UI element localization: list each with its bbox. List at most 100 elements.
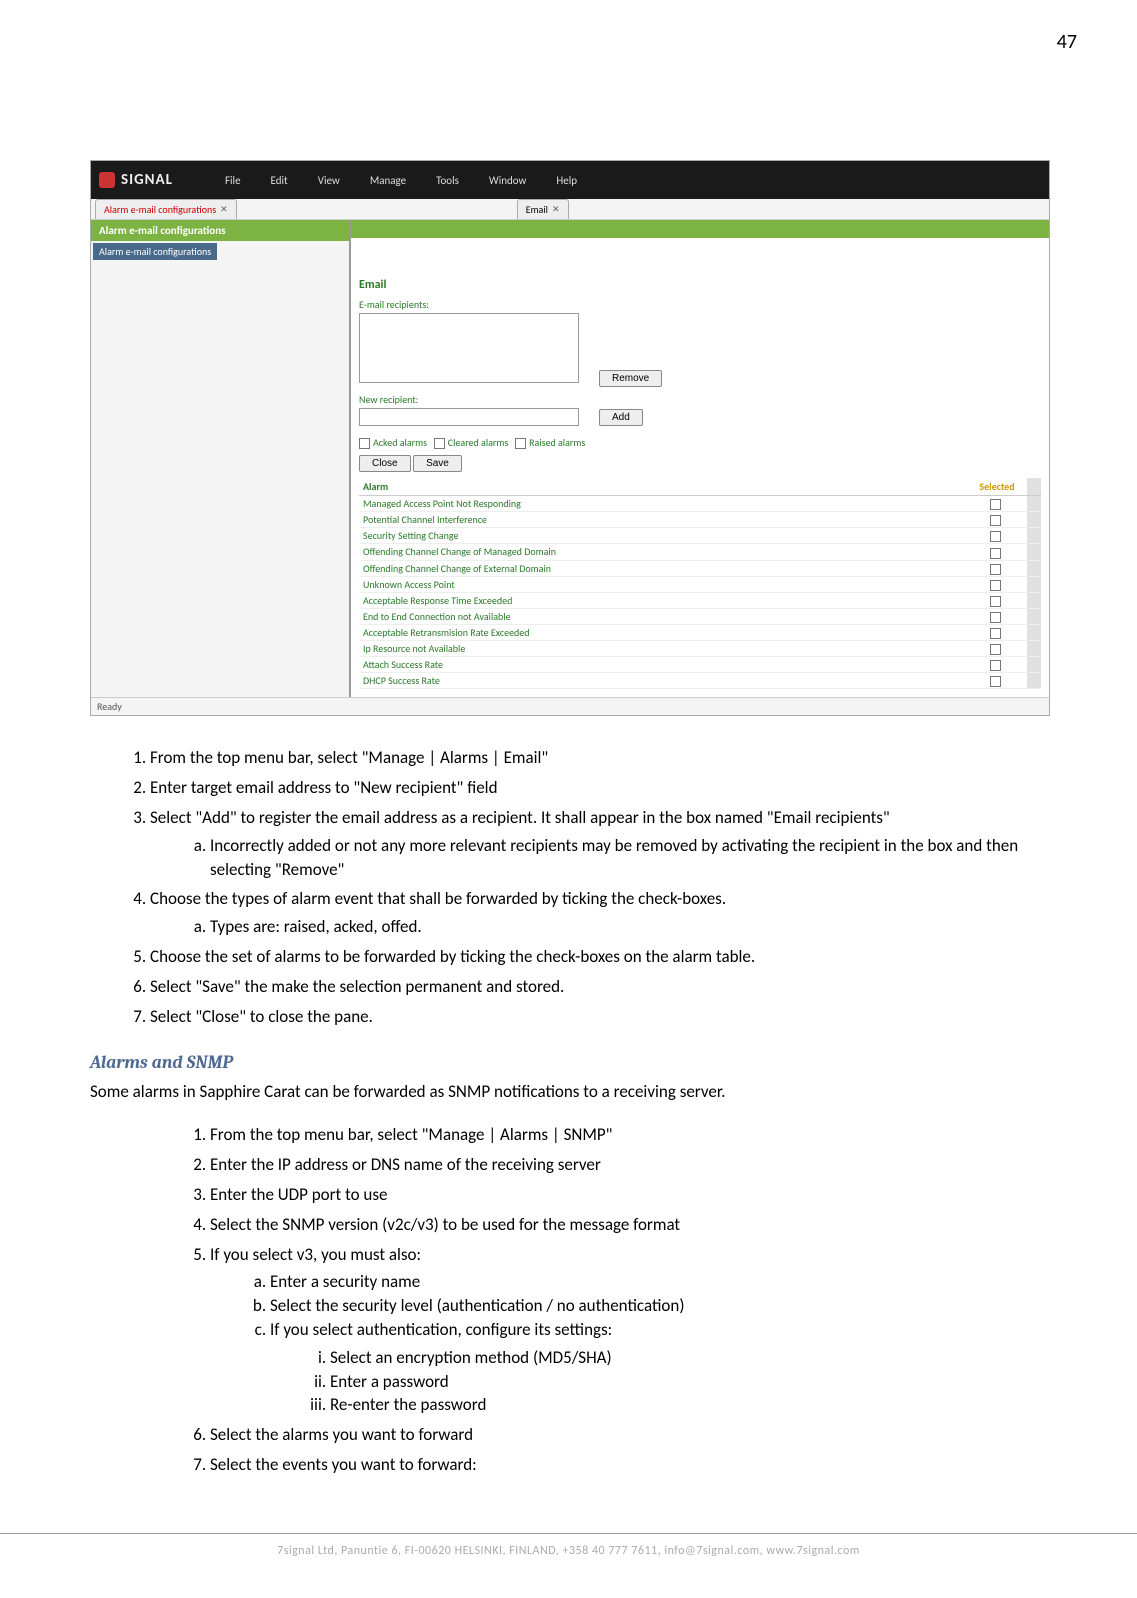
snmp-5b: Select the security level (authenticatio… bbox=[270, 1294, 1047, 1318]
alarm-cell: Security Setting Change bbox=[359, 528, 967, 544]
menu-edit[interactable]: Edit bbox=[271, 174, 288, 187]
app-name: SIGNAL bbox=[121, 171, 173, 189]
menu-bar: File Edit View Manage Tools Window Help bbox=[185, 174, 577, 187]
selected-cell bbox=[967, 673, 1027, 689]
step-5: Choose the set of alarms to be forwarded… bbox=[150, 945, 1047, 969]
alarm-checkbox[interactable] bbox=[990, 628, 1001, 639]
scrollbar[interactable] bbox=[1027, 478, 1041, 496]
recipients-label: E-mail recipients: bbox=[359, 298, 1041, 311]
table-row[interactable]: Offending Channel Change of Managed Doma… bbox=[359, 544, 1041, 560]
snmp-5c-ii: Enter a password bbox=[330, 1370, 1047, 1394]
app-logo-icon bbox=[99, 172, 115, 188]
alarm-cell: Managed Access Point Not Responding bbox=[359, 496, 967, 512]
snmp-5c-iii: Re-enter the password bbox=[330, 1393, 1047, 1417]
alarm-cell: Potential Channel Interference bbox=[359, 512, 967, 528]
alarm-checkbox[interactable] bbox=[990, 499, 1001, 510]
alarm-checkbox[interactable] bbox=[990, 612, 1001, 623]
selected-cell bbox=[967, 592, 1027, 608]
alarm-cell: Offending Channel Change of Managed Doma… bbox=[359, 544, 967, 560]
side-header: Alarm e-mail configurations bbox=[91, 220, 349, 241]
add-button[interactable]: Add bbox=[599, 409, 643, 426]
tabs-row: Alarm e-mail configurations ✕ Email ✕ bbox=[91, 199, 1049, 220]
alarm-cell: Unknown Access Point bbox=[359, 576, 967, 592]
table-row[interactable]: Ip Resource not Available bbox=[359, 641, 1041, 657]
selected-cell bbox=[967, 641, 1027, 657]
right-panel: Email E-mail recipients: Remove New reci… bbox=[351, 220, 1049, 697]
selected-cell bbox=[967, 608, 1027, 624]
table-row[interactable]: Managed Access Point Not Responding bbox=[359, 496, 1041, 512]
alarm-checkbox[interactable] bbox=[990, 548, 1001, 559]
menu-tools[interactable]: Tools bbox=[436, 174, 459, 187]
step-2: Enter target email address to "New recip… bbox=[150, 776, 1047, 800]
table-row[interactable]: Attach Success Rate bbox=[359, 657, 1041, 673]
snmp-step-1: From the top menu bar, select "Manage | … bbox=[210, 1123, 1047, 1147]
new-recipient-input[interactable] bbox=[359, 408, 579, 426]
snmp-step-2: Enter the IP address or DNS name of the … bbox=[210, 1153, 1047, 1177]
menu-window[interactable]: Window bbox=[489, 174, 527, 187]
alarm-checkbox[interactable] bbox=[990, 564, 1001, 575]
recipients-listbox[interactable] bbox=[359, 313, 579, 383]
alarm-cell: DHCP Success Rate bbox=[359, 673, 967, 689]
selected-cell bbox=[967, 657, 1027, 673]
scroll-cell bbox=[1027, 544, 1041, 560]
alarm-cell: Acceptable Retransmision Rate Exceeded bbox=[359, 624, 967, 640]
menu-view[interactable]: View bbox=[318, 174, 340, 187]
step-7: Select "Close" to close the pane. bbox=[150, 1005, 1047, 1029]
alarm-checkbox[interactable] bbox=[990, 531, 1001, 542]
close-icon[interactable]: ✕ bbox=[552, 204, 560, 215]
save-button[interactable]: Save bbox=[413, 455, 462, 472]
table-row[interactable]: Acceptable Retransmision Rate Exceeded bbox=[359, 624, 1041, 640]
selected-cell bbox=[967, 512, 1027, 528]
step-3a: Incorrectly added or not any more releva… bbox=[210, 834, 1047, 882]
tab-alarm-config[interactable]: Alarm e-mail configurations ✕ bbox=[95, 199, 237, 219]
menu-file[interactable]: File bbox=[225, 174, 241, 187]
snmp-step-6: Select the alarms you want to forward bbox=[210, 1423, 1047, 1447]
scroll-cell bbox=[1027, 576, 1041, 592]
table-row[interactable]: Acceptable Response Time Exceeded bbox=[359, 592, 1041, 608]
alarm-checkbox[interactable] bbox=[990, 676, 1001, 687]
alarm-checkbox[interactable] bbox=[990, 580, 1001, 591]
table-row[interactable]: DHCP Success Rate bbox=[359, 673, 1041, 689]
alarm-checkbox[interactable] bbox=[990, 596, 1001, 607]
alarm-checkbox[interactable] bbox=[990, 660, 1001, 671]
step-1: From the top menu bar, select "Manage | … bbox=[150, 746, 1047, 770]
col-alarm[interactable]: Alarm bbox=[359, 478, 967, 496]
alarm-table: Alarm Selected Managed Access Point Not … bbox=[359, 478, 1041, 689]
remove-button[interactable]: Remove bbox=[599, 370, 662, 387]
checkbox-cleared[interactable] bbox=[434, 438, 445, 449]
table-row[interactable]: Unknown Access Point bbox=[359, 576, 1041, 592]
alarm-checkbox[interactable] bbox=[990, 515, 1001, 526]
table-row[interactable]: End to End Connection not Available bbox=[359, 608, 1041, 624]
scroll-cell bbox=[1027, 608, 1041, 624]
step-4-text: Choose the types of alarm event that sha… bbox=[150, 888, 726, 909]
page-footer: 7signal Ltd, Panuntie 6, FI-00620 HELSIN… bbox=[0, 1533, 1137, 1558]
checkbox-raised[interactable] bbox=[515, 438, 526, 449]
alarm-cell: End to End Connection not Available bbox=[359, 608, 967, 624]
page-number: 47 bbox=[1057, 30, 1077, 54]
scroll-cell bbox=[1027, 673, 1041, 689]
step-6: Select "Save" the make the selection per… bbox=[150, 975, 1047, 999]
alarm-checkbox[interactable] bbox=[990, 644, 1001, 655]
table-row[interactable]: Offending Channel Change of External Dom… bbox=[359, 560, 1041, 576]
alarm-cell: Offending Channel Change of External Dom… bbox=[359, 560, 967, 576]
table-row[interactable]: Potential Channel Interference bbox=[359, 512, 1041, 528]
close-icon[interactable]: ✕ bbox=[220, 204, 228, 215]
alarm-cell: Attach Success Rate bbox=[359, 657, 967, 673]
snmp-step-3: Enter the UDP port to use bbox=[210, 1183, 1047, 1207]
scroll-cell bbox=[1027, 496, 1041, 512]
chk-acked-label: Acked alarms bbox=[373, 436, 427, 449]
tab-email[interactable]: Email ✕ bbox=[517, 199, 569, 219]
scroll-cell bbox=[1027, 641, 1041, 657]
table-row[interactable]: Security Setting Change bbox=[359, 528, 1041, 544]
tree-item[interactable]: Alarm e-mail configurations bbox=[93, 243, 217, 260]
alarm-cell: Acceptable Response Time Exceeded bbox=[359, 592, 967, 608]
col-selected[interactable]: Selected bbox=[967, 478, 1027, 496]
snmp-5c: If you select authentication, configure … bbox=[270, 1318, 1047, 1417]
app-screenshot: SIGNAL File Edit View Manage Tools Windo… bbox=[90, 160, 1050, 716]
chk-raised-label: Raised alarms bbox=[529, 436, 585, 449]
menu-help[interactable]: Help bbox=[556, 174, 577, 187]
checkbox-acked[interactable] bbox=[359, 438, 370, 449]
menu-manage[interactable]: Manage bbox=[370, 174, 406, 187]
app-titlebar: SIGNAL File Edit View Manage Tools Windo… bbox=[91, 161, 1049, 199]
close-button[interactable]: Close bbox=[359, 455, 411, 472]
